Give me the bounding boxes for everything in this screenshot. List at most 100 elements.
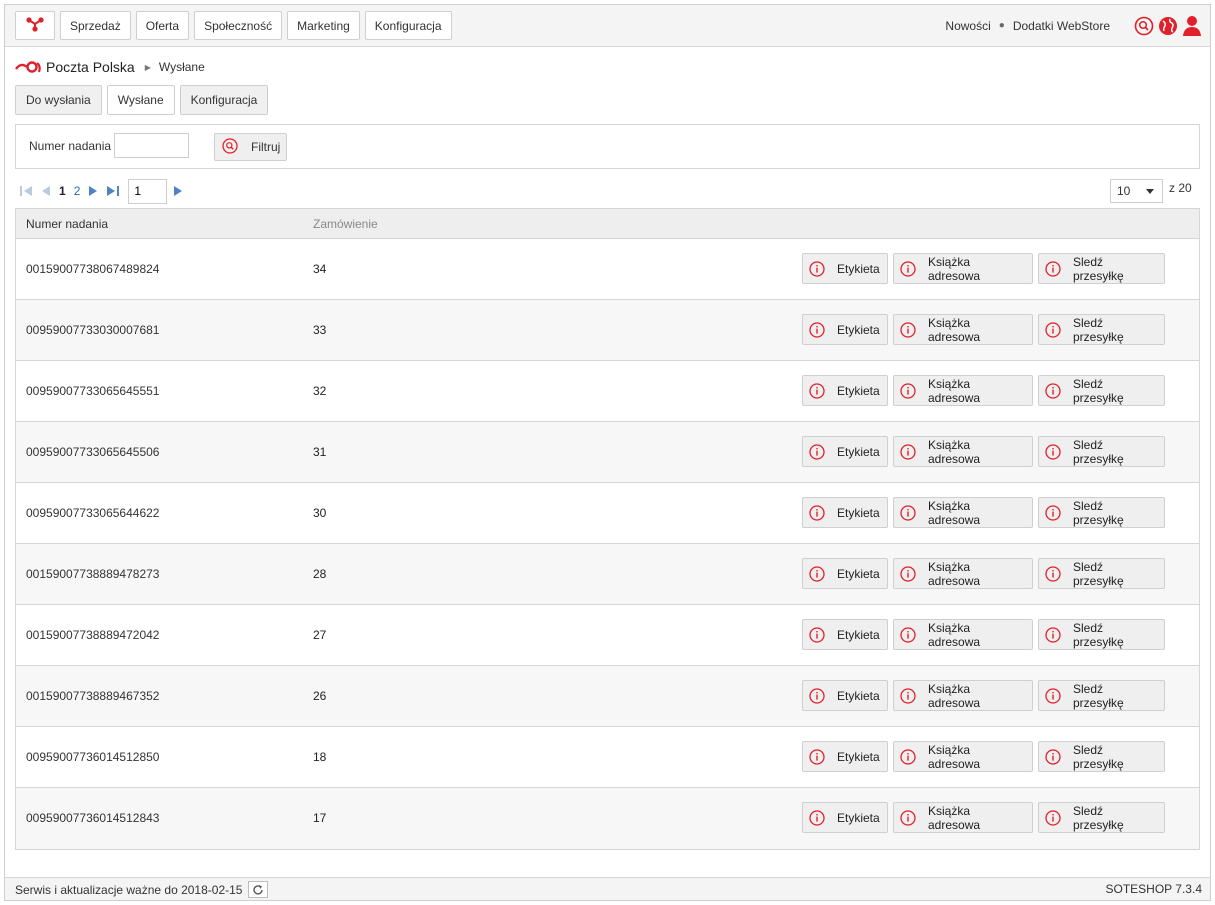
filter-button[interactable]: Filtruj (214, 133, 287, 161)
service-info: Serwis i aktualizacje ważne do 2018-02-1… (15, 881, 269, 898)
address-book-button[interactable]: Książka adresowa (893, 375, 1033, 406)
label-button[interactable]: Etykieta (802, 436, 888, 467)
label-button[interactable]: Etykieta (802, 375, 888, 406)
track-shipment-button-label: Sledź przesyłkę (1073, 437, 1124, 466)
table-body: 00159007738067489824 34 Etykieta Książka ad… (16, 239, 1199, 849)
info-icon (900, 626, 916, 643)
table-row: 00959007736014512850 18 Etykieta Książka ad… (16, 727, 1199, 788)
track-shipment-button[interactable]: Sledź przesyłkę (1038, 558, 1165, 589)
track-shipment-button[interactable]: Sledź przesyłkę (1038, 802, 1165, 833)
last-page-icon[interactable] (106, 185, 120, 197)
track-shipment-button-label: Sledź przesyłkę (1073, 254, 1124, 283)
track-shipment-button-label: Sledź przesyłkę (1073, 559, 1124, 588)
row-actions: Etykieta Książka adresowa Sledź przesyłkę (802, 802, 1165, 833)
order-number-cell[interactable]: 17 (313, 811, 326, 825)
next-page-icon[interactable] (88, 185, 98, 197)
order-number-cell[interactable]: 33 (313, 323, 326, 337)
track-shipment-button[interactable]: Sledź przesyłkę (1038, 253, 1165, 284)
menu-konfiguracja[interactable]: Konfiguracja (364, 11, 452, 40)
per-page-value: 10 (1117, 184, 1131, 198)
table-row: 00959007733065645506 31 Etykieta Książka ad… (16, 422, 1199, 483)
address-book-button[interactable]: Książka adresowa (893, 497, 1033, 528)
info-icon (1045, 260, 1061, 277)
track-shipment-button[interactable]: Sledź przesyłkę (1038, 680, 1165, 711)
label-button[interactable]: Etykieta (802, 680, 888, 711)
info-icon (809, 809, 825, 826)
globe-icon[interactable] (1158, 16, 1178, 36)
info-icon (900, 260, 916, 277)
user-icon[interactable] (1182, 15, 1202, 37)
row-actions: Etykieta Książka adresowa Sledź przesyłkę (802, 253, 1165, 284)
home-logo-button[interactable] (15, 11, 55, 40)
label-button[interactable]: Etykieta (802, 619, 888, 650)
menu-oferta[interactable]: Oferta (135, 11, 190, 40)
info-icon (900, 565, 916, 582)
order-number-cell[interactable]: 31 (313, 445, 326, 459)
first-page-icon[interactable] (19, 185, 33, 197)
label-button[interactable]: Etykieta (802, 314, 888, 345)
track-shipment-button[interactable]: Sledź przesyłkę (1038, 497, 1165, 528)
tab-konfiguracja[interactable]: Konfiguracja (179, 85, 269, 115)
menu-marketing[interactable]: Marketing (287, 11, 360, 40)
poczta-polska-logo-icon (15, 60, 42, 74)
track-shipment-button[interactable]: Sledź przesyłkę (1038, 375, 1165, 406)
address-book-button[interactable]: Książka adresowa (893, 741, 1033, 772)
order-number-cell[interactable]: 32 (313, 384, 326, 398)
track-shipment-button-label: Sledź przesyłkę (1073, 315, 1124, 344)
column-header-number[interactable]: Numer nadania (26, 217, 108, 231)
top-navigation-bar: Sprzedaż Oferta Społeczność Marketing Ko… (5, 5, 1210, 47)
table-header: Numer nadania Zamówienie (16, 209, 1199, 239)
tracking-number-cell: 00159007738889478273 (26, 567, 160, 581)
row-actions: Etykieta Książka adresowa Sledź przesyłkę (802, 558, 1165, 589)
label-button[interactable]: Etykieta (802, 497, 888, 528)
go-to-page-icon[interactable] (173, 185, 183, 197)
page-link-2[interactable]: 2 (74, 184, 81, 198)
address-book-button[interactable]: Książka adresowa (893, 680, 1033, 711)
order-number-cell[interactable]: 27 (313, 628, 326, 642)
news-link[interactable]: Nowości (945, 19, 990, 33)
address-book-button[interactable]: Książka adresowa (893, 558, 1033, 589)
order-number-cell[interactable]: 28 (313, 567, 326, 581)
address-book-button-label: Książka adresowa (928, 376, 981, 405)
webstore-addons-link[interactable]: Dodatki WebStore (1013, 19, 1110, 33)
info-icon (809, 382, 825, 399)
label-button[interactable]: Etykieta (802, 253, 888, 284)
order-number-cell[interactable]: 18 (313, 750, 326, 764)
label-button-label: Etykieta (837, 444, 880, 459)
label-button[interactable]: Etykieta (802, 802, 888, 833)
track-shipment-button[interactable]: Sledź przesyłkę (1038, 741, 1165, 772)
address-book-button[interactable]: Książka adresowa (893, 253, 1033, 284)
label-button-label: Etykieta (837, 322, 880, 337)
track-shipment-button[interactable]: Sledź przesyłkę (1038, 436, 1165, 467)
tracking-number-cell: 00159007738889472042 (26, 628, 160, 642)
address-book-button-label: Książka adresowa (928, 742, 981, 771)
address-book-button-label: Książka adresowa (928, 254, 981, 283)
per-page-select[interactable]: 10 (1110, 179, 1163, 203)
menu-spolecznosc[interactable]: Społeczność (194, 11, 283, 40)
refresh-button[interactable] (248, 881, 269, 898)
table-row: 00159007738889472042 27 Etykieta Książka ad… (16, 605, 1199, 666)
menu-sprzedaz[interactable]: Sprzedaż (60, 11, 131, 40)
address-book-button[interactable]: Książka adresowa (893, 436, 1033, 467)
previous-page-icon[interactable] (41, 185, 51, 197)
tracking-number-input[interactable] (114, 133, 189, 158)
search-icon[interactable] (1134, 16, 1154, 36)
track-shipment-button[interactable]: Sledź przesyłkę (1038, 619, 1165, 650)
info-icon (809, 504, 825, 521)
label-button[interactable]: Etykieta (802, 558, 888, 589)
info-icon (1045, 443, 1061, 460)
breadcrumb-module[interactable]: Poczta Polska (46, 59, 135, 75)
tracking-number-cell: 00959007736014512843 (26, 811, 160, 825)
order-number-cell[interactable]: 34 (313, 262, 326, 276)
address-book-button[interactable]: Książka adresowa (893, 802, 1033, 833)
address-book-button[interactable]: Książka adresowa (893, 619, 1033, 650)
tab-do-wyslania[interactable]: Do wysłania (15, 85, 102, 115)
track-shipment-button[interactable]: Sledź przesyłkę (1038, 314, 1165, 345)
page-link-1[interactable]: 1 (59, 184, 66, 198)
address-book-button[interactable]: Książka adresowa (893, 314, 1033, 345)
order-number-cell[interactable]: 26 (313, 689, 326, 703)
page-number-input[interactable] (128, 178, 168, 204)
order-number-cell[interactable]: 30 (313, 506, 326, 520)
tab-wyslane[interactable]: Wysłane (106, 85, 175, 115)
label-button[interactable]: Etykieta (802, 741, 888, 772)
